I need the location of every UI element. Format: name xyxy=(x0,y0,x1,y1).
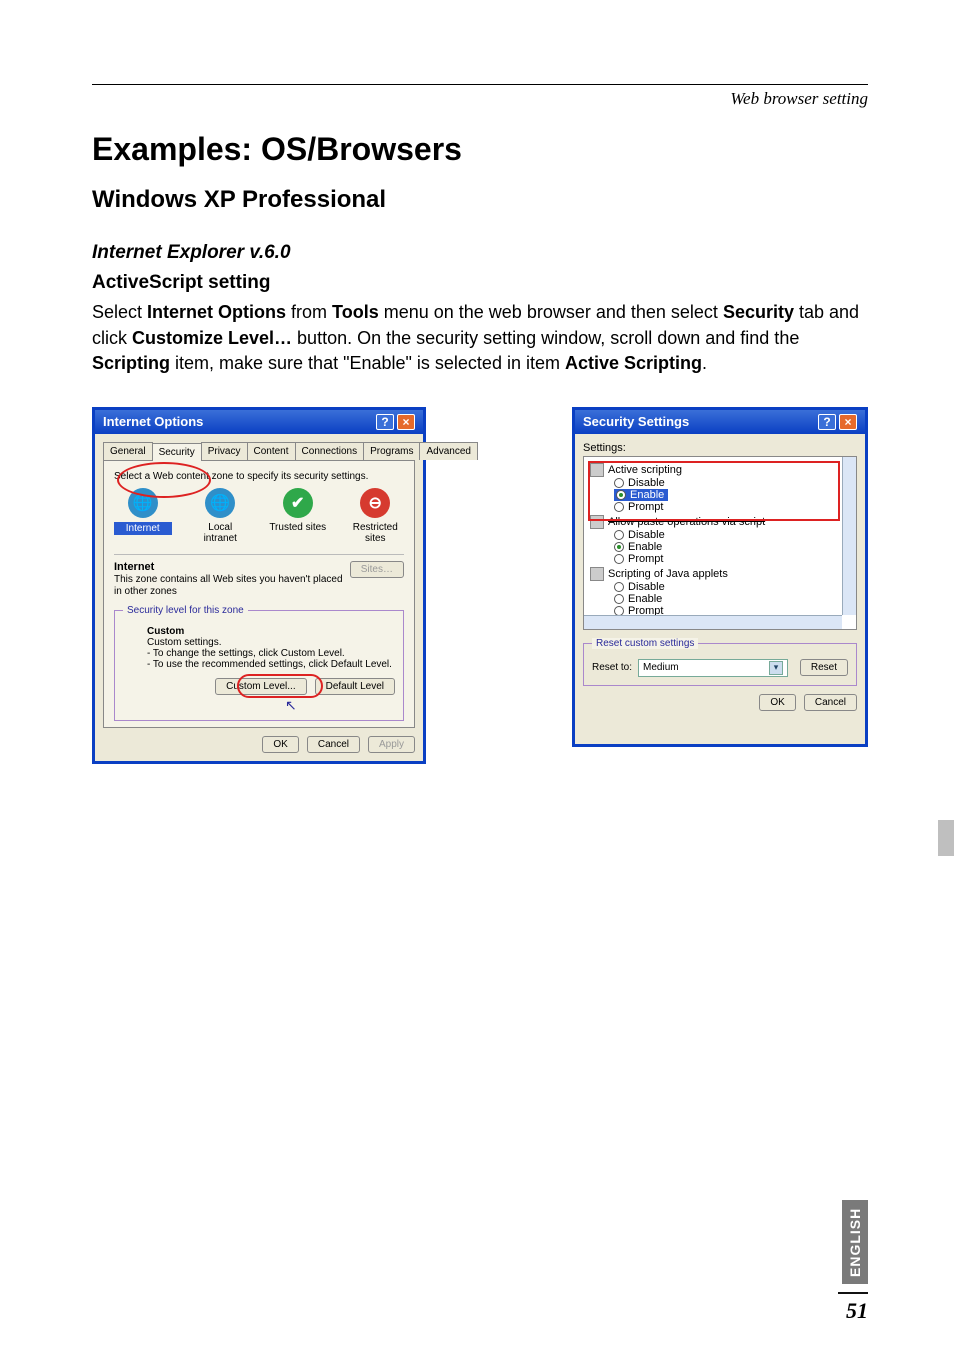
reset-select[interactable]: Medium ▾ xyxy=(638,659,788,677)
settings-label: Settings: xyxy=(583,442,857,454)
subtitle-os: Windows XP Professional xyxy=(92,186,868,214)
language-tab: ENGLISH xyxy=(842,1200,868,1284)
page-edge-stub xyxy=(938,820,954,856)
header-section: Web browser setting xyxy=(92,89,868,109)
dialog-title: Security Settings xyxy=(583,414,689,429)
tab-connections[interactable]: Connections xyxy=(295,442,365,460)
tab-privacy[interactable]: Privacy xyxy=(201,442,248,460)
tab-general[interactable]: General xyxy=(103,442,153,460)
level-legend: Security level for this zone xyxy=(123,605,248,616)
apply-button[interactable]: Apply xyxy=(368,736,415,753)
custom-level-button[interactable]: Custom Level... xyxy=(215,678,306,695)
horizontal-scrollbar[interactable] xyxy=(584,615,842,629)
security-level-fieldset: Security level for this zone Custom Cust… xyxy=(114,605,404,721)
internet-options-dialog: Internet Options ? × General Security Pr… xyxy=(92,407,426,764)
reset-to-label: Reset to: xyxy=(592,662,632,673)
tab-security[interactable]: Security xyxy=(152,443,202,461)
sites-button[interactable]: Sites… xyxy=(350,561,404,578)
zone-internet[interactable]: 🌐 Internet xyxy=(114,488,172,544)
instruction-paragraph: Select Internet Options from Tools menu … xyxy=(92,300,868,377)
ok-button[interactable]: OK xyxy=(759,694,795,711)
radio-prompt[interactable] xyxy=(614,554,624,564)
subtitle-setting: ActiveScript setting xyxy=(92,272,868,294)
tab-advanced[interactable]: Advanced xyxy=(419,442,477,460)
script-icon xyxy=(590,567,604,581)
cancel-button[interactable]: Cancel xyxy=(307,736,360,753)
tab-programs[interactable]: Programs xyxy=(363,442,420,460)
default-level-button[interactable]: Default Level xyxy=(315,678,395,695)
reset-fieldset: Reset custom settings Reset to: Medium ▾… xyxy=(583,638,857,686)
subtitle-browser: Internet Explorer v.6.0 xyxy=(92,242,868,264)
radio-enable[interactable] xyxy=(614,542,624,552)
tab-content[interactable]: Content xyxy=(247,442,296,460)
dialog-titlebar: Internet Options ? × xyxy=(95,410,423,434)
zone-restricted-sites[interactable]: ⊖ Restricted sites xyxy=(347,488,405,544)
close-button[interactable]: × xyxy=(839,414,857,430)
settings-listbox[interactable]: Active scripting Disable Enable Prompt A… xyxy=(583,456,857,630)
zone-desc: This zone contains all Web sites you hav… xyxy=(114,574,343,597)
help-button[interactable]: ? xyxy=(818,414,836,430)
cursor-icon: ↖ xyxy=(285,697,557,714)
security-settings-dialog: Security Settings ? × Settings: Active s… xyxy=(572,407,868,747)
zone-intro: Select a Web content zone to specify its… xyxy=(114,471,404,482)
close-button[interactable]: × xyxy=(397,414,415,430)
dialog-title: Internet Options xyxy=(103,414,203,429)
radio-disable[interactable] xyxy=(614,582,624,592)
ok-button[interactable]: OK xyxy=(262,736,298,753)
tab-strip: General Security Privacy Content Connect… xyxy=(103,442,415,461)
script-icon xyxy=(590,515,604,529)
radio-disable[interactable] xyxy=(614,478,624,488)
radio-enable[interactable] xyxy=(616,490,626,500)
page-number: 51 xyxy=(838,1292,868,1324)
script-icon xyxy=(590,463,604,477)
reset-button[interactable]: Reset xyxy=(800,659,848,676)
cancel-button[interactable]: Cancel xyxy=(804,694,857,711)
chevron-down-icon: ▾ xyxy=(769,661,783,675)
page-title: Examples: OS/Browsers xyxy=(92,131,868,168)
vertical-scrollbar[interactable] xyxy=(842,457,856,615)
reset-legend: Reset custom settings xyxy=(592,638,698,649)
dialog-titlebar: Security Settings ? × xyxy=(575,410,865,434)
custom-label: Custom xyxy=(147,626,184,637)
zone-name: Internet xyxy=(114,561,154,573)
divider xyxy=(92,84,868,85)
help-button[interactable]: ? xyxy=(376,414,394,430)
zone-trusted-sites[interactable]: ✔ Trusted sites xyxy=(269,488,327,544)
radio-disable[interactable] xyxy=(614,530,624,540)
radio-enable[interactable] xyxy=(614,594,624,604)
zone-local-intranet[interactable]: 🌐 Local intranet xyxy=(192,488,250,544)
radio-prompt[interactable] xyxy=(614,502,624,512)
